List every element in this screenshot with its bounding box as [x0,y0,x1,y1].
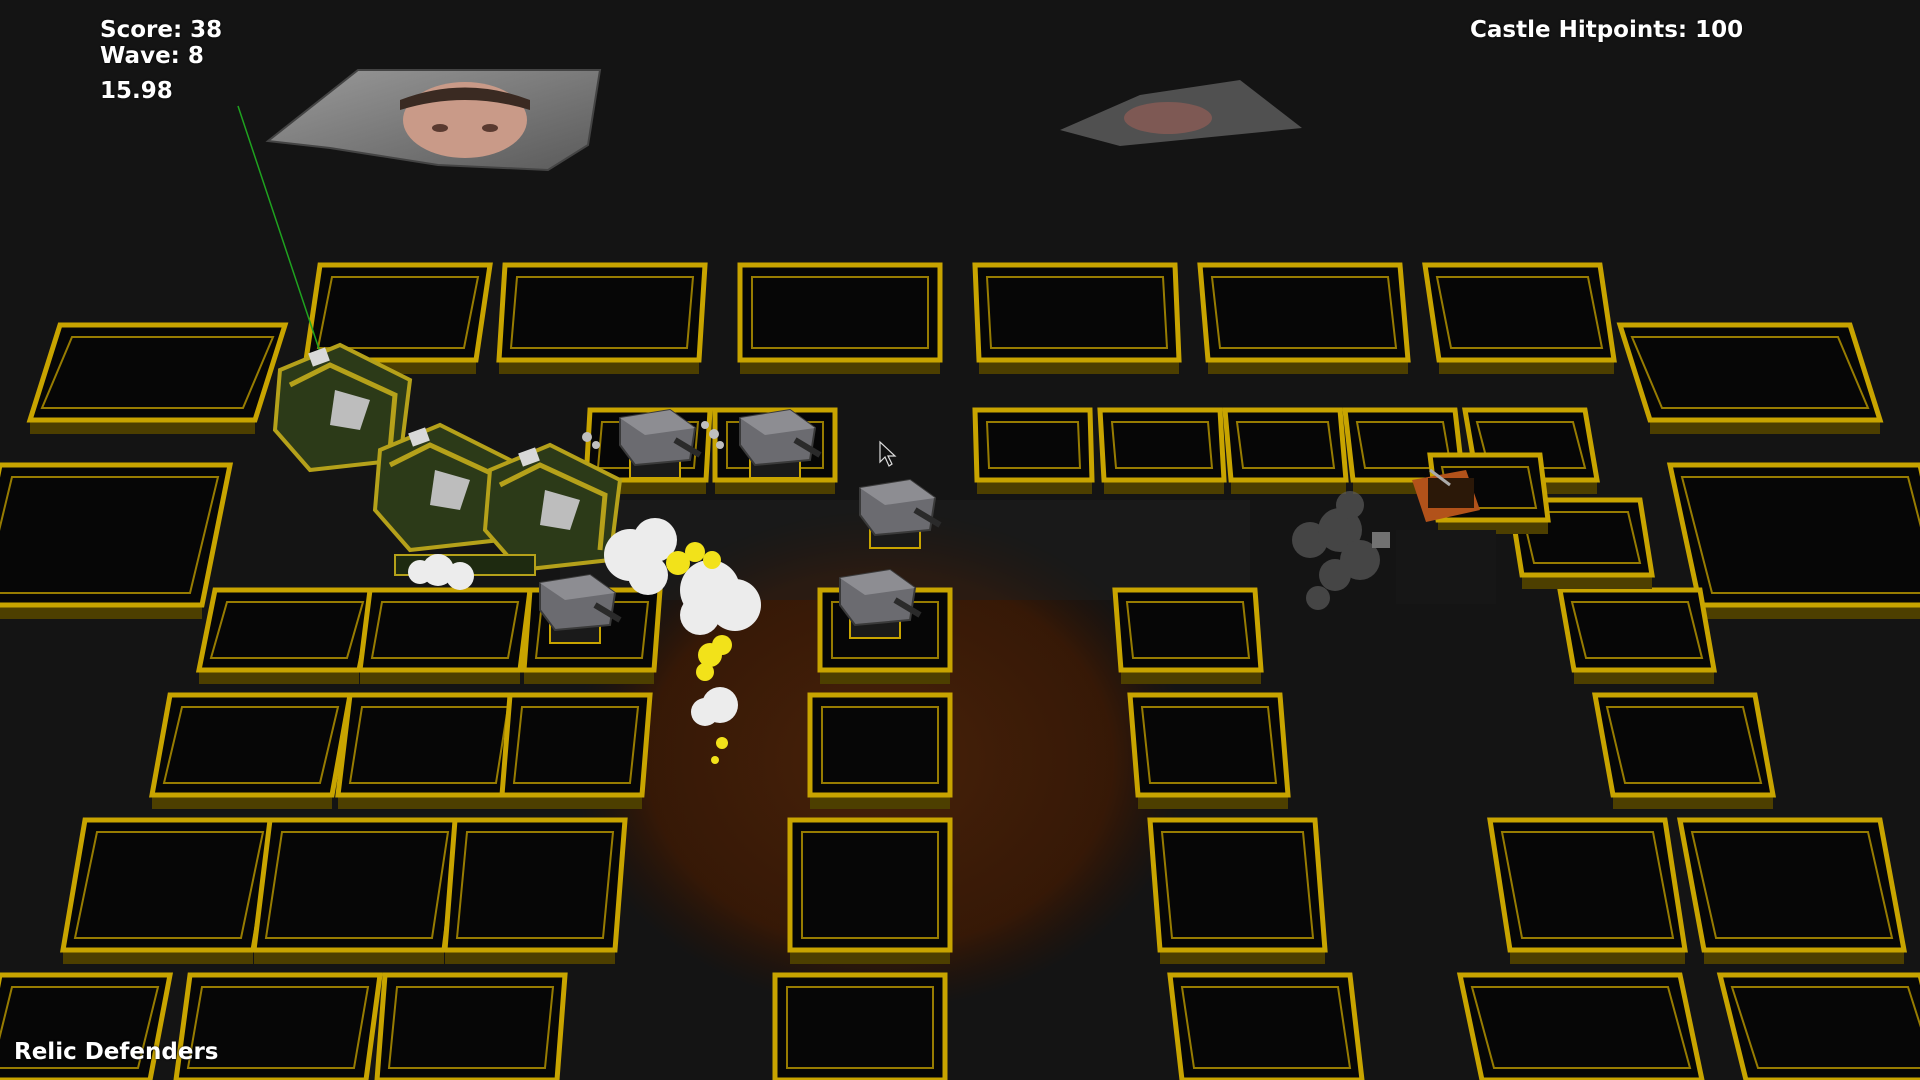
ground-tile [772,972,948,1080]
wave-label: Wave: [100,43,180,69]
wave-timer: 15.98 [100,78,173,104]
ground-tile [0,462,234,619]
castle-hitpoints-label: Castle Hitpoints: [1470,17,1688,43]
face-banner-icon [1124,102,1212,134]
game-viewport[interactable]: Score: 38 Wave: 8 15.98 Castle Hitpoints… [0,0,1920,1080]
ground-tile [442,817,628,964]
ground-tile [496,262,708,374]
ground-tile [1716,972,1920,1080]
ground-tile [1422,262,1617,374]
game-scene[interactable] [0,0,1920,1080]
ground-tile [195,587,379,684]
score-value: 38 [190,17,223,43]
game-title: Relic Defenders [14,1039,219,1065]
wave-value: 8 [187,43,204,69]
ground-tile [374,972,568,1080]
ground-tile [1222,407,1349,494]
ground-tile [1616,322,1884,434]
ground-tile [1487,817,1688,964]
score-label: Score: [100,17,183,43]
ground-tile [251,817,463,964]
ground-tile [499,692,653,809]
ground-tile [1666,462,1920,619]
ground-tile [737,262,943,374]
ground-tile [335,692,523,809]
ground-tile [60,817,278,964]
ground-tile [149,692,353,809]
ground-tile [1167,972,1365,1080]
castle-hitpoints-value: 100 [1695,17,1744,43]
ground-tile [1147,817,1328,964]
ground-tile [1097,407,1227,494]
ground-tile [1456,972,1705,1080]
castle-hitpoints-display: Castle Hitpoints: 100 [1470,17,1743,44]
ground-tile [357,587,533,684]
score-display: Score: 38 [100,17,222,44]
ground-tile [1676,817,1908,964]
ground-tile [26,322,289,434]
ground-tile [1557,587,1717,684]
wave-display: Wave: 8 [100,43,204,70]
ground-tile [807,692,953,809]
ground-tile [1197,262,1411,374]
ground-tile [972,407,1095,494]
ground-tile [1112,587,1264,684]
ground-tile [972,262,1182,374]
ground-tile [1127,692,1291,809]
ground-tile [787,817,953,964]
ground-tile [1592,692,1776,809]
